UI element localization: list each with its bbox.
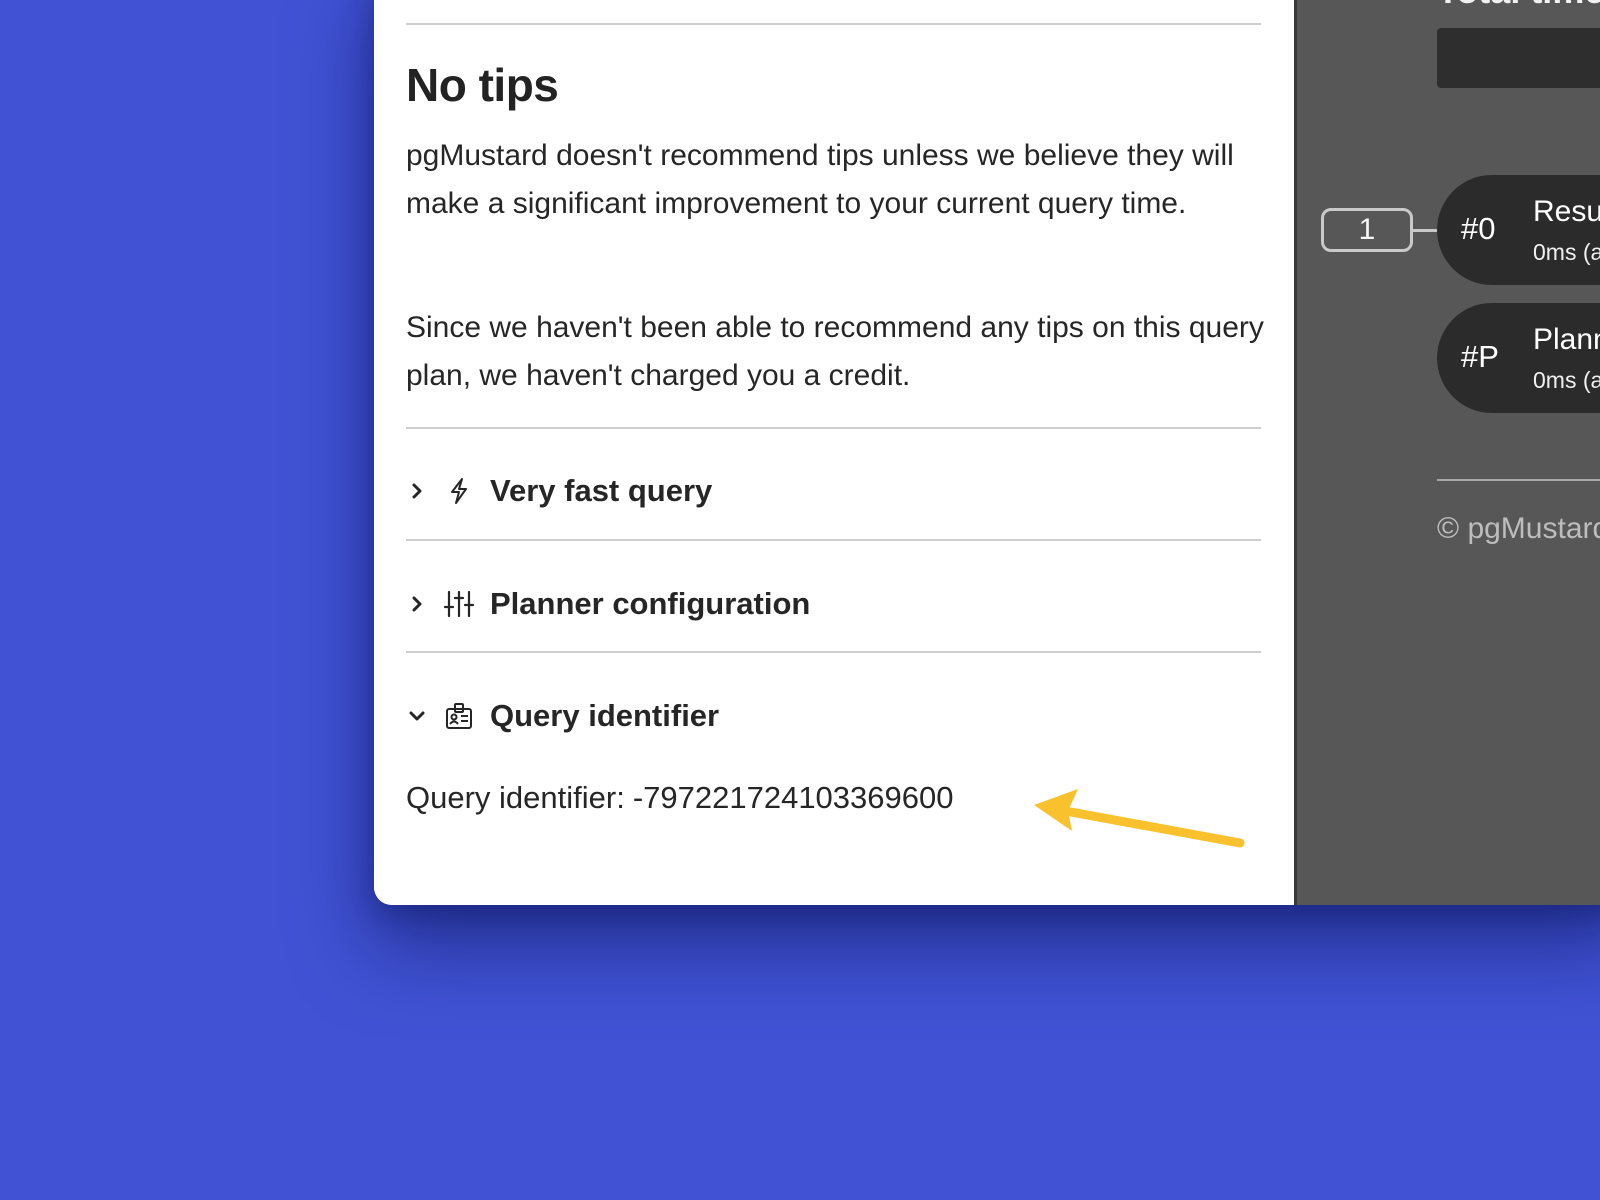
chevron-right-icon xyxy=(406,480,428,502)
node-timing: 0ms (a xyxy=(1533,239,1600,265)
tips-panel: No tips pgMustard doesn't recommend tips… xyxy=(374,0,1294,905)
chevron-down-icon xyxy=(406,705,428,727)
divider xyxy=(406,427,1261,429)
section-very-fast-query[interactable]: Very fast query xyxy=(406,466,1261,516)
tips-explanation: pgMustard doesn't recommend tips unless … xyxy=(406,139,1234,220)
lightning-icon xyxy=(444,476,474,506)
node-id: #P xyxy=(1461,339,1499,374)
node-title: Planning xyxy=(1533,323,1600,356)
plan-node-planning[interactable]: #P Planning 0ms (a xyxy=(1437,303,1600,413)
section-label: Planner configuration xyxy=(490,586,811,621)
plan-node-result[interactable]: #0 Result 0ms (a xyxy=(1437,175,1600,285)
copyright-text: © pgMustard xyxy=(1437,512,1600,545)
divider xyxy=(1437,479,1600,481)
sliders-icon xyxy=(444,589,474,619)
section-query-identifier[interactable]: Query identifier xyxy=(406,691,1261,741)
credit-note: Since we haven't been able to recommend … xyxy=(406,311,1264,392)
query-identifier-value: -797221724103369600 xyxy=(632,780,954,815)
id-badge-icon xyxy=(444,701,474,731)
section-label: Very fast query xyxy=(490,473,713,508)
plan-panel: Total time 1 #0 Result 0ms (a #P Plannin… xyxy=(1294,0,1600,905)
query-identifier-label: Query identifier: xyxy=(406,780,625,815)
app-window: No tips pgMustard doesn't recommend tips… xyxy=(374,0,1600,905)
tips-title: No tips xyxy=(406,59,559,111)
total-time-label: Total time xyxy=(1437,0,1600,12)
node-timing: 0ms (a xyxy=(1533,367,1600,393)
chevron-right-icon xyxy=(406,593,428,615)
node-connector xyxy=(1413,229,1439,232)
divider xyxy=(406,23,1261,25)
section-label: Query identifier xyxy=(490,698,720,733)
node-title: Result xyxy=(1533,195,1600,228)
node-id: #0 xyxy=(1461,211,1496,246)
node-count-badge[interactable]: 1 xyxy=(1321,208,1413,252)
total-time-bar xyxy=(1437,28,1600,88)
divider xyxy=(406,651,1261,653)
divider xyxy=(406,539,1261,541)
section-planner-configuration[interactable]: Planner configuration xyxy=(406,579,1261,629)
query-identifier-row: Query identifier: -797221724103369600 xyxy=(406,780,953,816)
